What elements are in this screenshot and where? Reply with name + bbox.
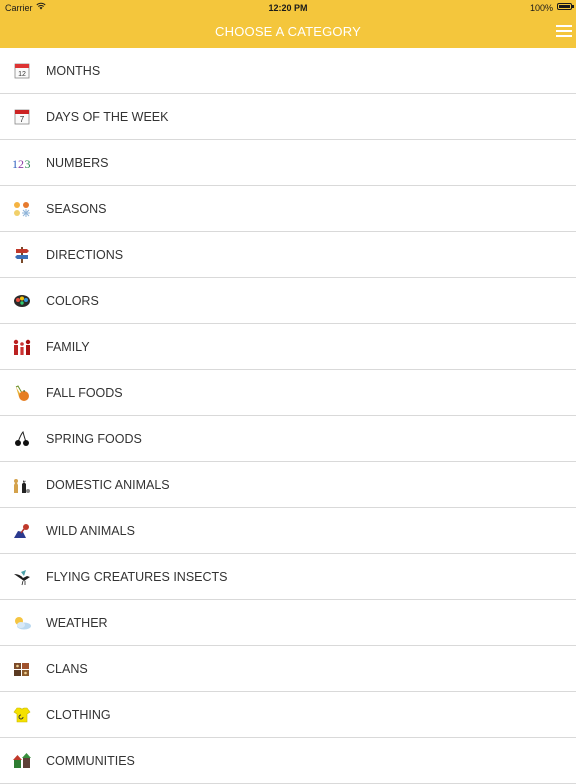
wild-animals-icon — [14, 524, 29, 538]
seasons-icon — [14, 202, 30, 217]
category-item-numbers[interactable]: 1 2 3 NUMBERS — [0, 140, 576, 186]
calendar-icon: 12 — [14, 63, 30, 79]
numbers-icon: 1 2 3 — [12, 157, 31, 171]
family-icon — [13, 339, 31, 355]
category-label: WILD ANIMALS — [46, 524, 135, 538]
category-item-days-of-the-week[interactable]: 7 DAYS OF THE WEEK — [0, 94, 576, 140]
category-label: WEATHER — [46, 616, 108, 630]
category-label: CLANS — [46, 662, 88, 676]
svg-text:12: 12 — [18, 71, 26, 78]
category-item-flying-creatures-insects[interactable]: FLYING CREATURES INSECTS — [0, 554, 576, 600]
category-item-clothing[interactable]: CLOTHING — [0, 692, 576, 738]
category-label: FALL FOODS — [46, 386, 123, 400]
bird-icon — [14, 570, 30, 586]
category-label: FLYING CREATURES INSECTS — [46, 570, 228, 584]
paint-palette-icon — [14, 295, 30, 307]
page-title: CHOOSE A CATEGORY — [215, 24, 361, 39]
clock: 12:20 PM — [268, 3, 308, 13]
day-calendar-icon: 7 — [14, 109, 30, 125]
status-bar: Carrier 12:20 PM 100% — [0, 0, 576, 16]
category-label: CLOTHING — [46, 708, 111, 722]
svg-text:3: 3 — [25, 157, 31, 171]
category-label: DAYS OF THE WEEK — [46, 110, 169, 124]
category-label: NUMBERS — [46, 156, 109, 170]
category-label: MONTHS — [46, 64, 101, 78]
battery-percent: 100% — [529, 3, 553, 13]
category-item-directions[interactable]: DIRECTIONS — [0, 232, 576, 278]
category-item-fall-foods[interactable]: FALL FOODS — [0, 370, 576, 416]
dog-cat-icon — [14, 479, 30, 493]
category-item-weather[interactable]: WEATHER — [0, 600, 576, 646]
category-item-months[interactable]: 12 MONTHS — [0, 48, 576, 94]
category-item-spring-foods[interactable]: SPRING FOODS — [0, 416, 576, 462]
app-header: Carrier 12:20 PM 100% CHOOSE A CATEGORY — [0, 0, 576, 48]
category-item-family[interactable]: FAMILY — [0, 324, 576, 370]
shirt-icon — [13, 707, 31, 723]
category-label: SEASONS — [46, 202, 107, 216]
category-item-clans[interactable]: CLANS — [0, 646, 576, 692]
hamburger-menu-icon[interactable] — [556, 23, 572, 39]
category-item-seasons[interactable]: SEASONS — [0, 186, 576, 232]
category-label: COLORS — [46, 294, 99, 308]
category-item-communities[interactable]: COMMUNITIES — [0, 738, 576, 784]
category-item-colors[interactable]: COLORS — [0, 278, 576, 324]
communities-icon — [13, 753, 31, 768]
category-label: COMMUNITIES — [46, 754, 135, 768]
signpost-icon — [15, 247, 29, 263]
pumpkin-corn-icon — [15, 385, 29, 401]
svg-text:7: 7 — [20, 115, 25, 124]
category-label: DOMESTIC ANIMALS — [46, 478, 170, 492]
category-label: DIRECTIONS — [46, 248, 124, 262]
category-label: FAMILY — [46, 340, 90, 354]
cherries-icon — [15, 431, 29, 446]
clans-icon — [14, 663, 29, 676]
category-label: SPRING FOODS — [46, 432, 142, 446]
sun-cloud-icon — [15, 617, 31, 630]
category-item-wild-animals[interactable]: WILD ANIMALS — [0, 508, 576, 554]
category-list: 12 MONTHS 7 DAYS OF THE WEEK 1 2 3 NUMBE… — [0, 48, 576, 784]
battery-icon — [557, 3, 574, 10]
category-item-domestic-animals[interactable]: DOMESTIC ANIMALS — [0, 462, 576, 508]
svg-text:2: 2 — [18, 157, 24, 171]
